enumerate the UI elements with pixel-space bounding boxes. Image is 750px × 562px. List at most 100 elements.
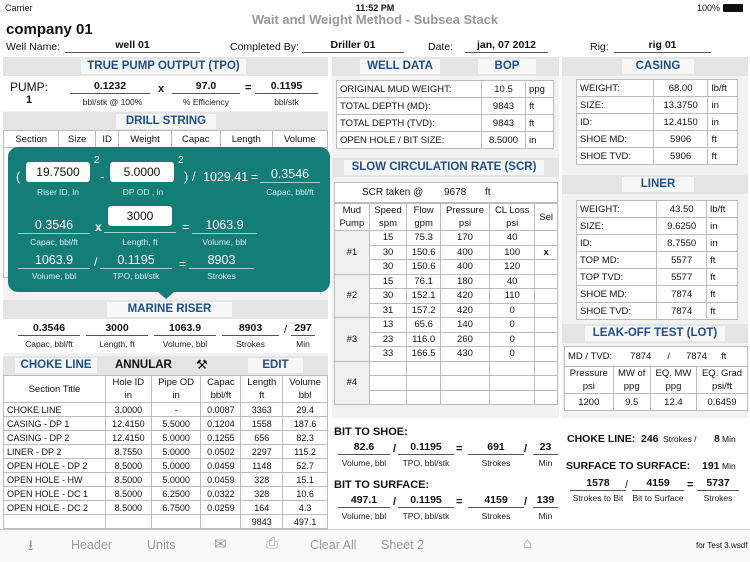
scr-row[interactable]: #1 15 75.3 170 40	[334, 230, 558, 275]
table-cell[interactable]: 43.50	[656, 200, 708, 218]
tools-icon[interactable]: ⚒	[196, 357, 208, 373]
select-cell[interactable]	[534, 288, 558, 304]
rig-field[interactable]: rig 01	[614, 39, 711, 53]
completed-by-field[interactable]: Driller 01	[302, 39, 404, 53]
select-cell[interactable]	[534, 375, 558, 391]
table-cell[interactable]: 12.4	[649, 393, 698, 411]
pump-output-field[interactable]: 0.1232	[70, 80, 150, 94]
table-cell[interactable]: 7874	[656, 285, 708, 303]
units-button[interactable]: Units	[147, 538, 175, 552]
table-cell[interactable]: 9.5	[612, 393, 651, 411]
table-row[interactable]: 9843 497.1	[3, 514, 328, 529]
table-cell[interactable]: 5577	[656, 251, 708, 269]
table-cell[interactable]: 8.7550	[656, 234, 708, 252]
edit-button[interactable]: EDIT	[248, 358, 303, 373]
date-field[interactable]: jan, 07 2012	[465, 39, 548, 53]
table-row[interactable]: OPEN HOLE - HW 8.5000 5.0000 0.0459 328 15.1	[3, 472, 328, 487]
strokes-to-bit-label: Strokes to Bit	[572, 493, 624, 503]
table-cell[interactable]: 9843	[480, 114, 527, 132]
table-cell[interactable]: 12.4150	[652, 113, 709, 131]
header-button[interactable]: Header	[71, 538, 112, 552]
home-icon[interactable]: ⌂	[523, 535, 532, 552]
well-data-row[interactable]: TOTAL DEPTH (TVD): 9843 ft	[336, 114, 554, 132]
table-cell: OPEN HOLE / BIT SIZE:	[336, 131, 482, 149]
table-cell[interactable]: 13.3750	[652, 96, 709, 114]
casing-row[interactable]: ID: 12.4150 in	[576, 113, 738, 131]
select-cell[interactable]	[534, 360, 558, 376]
operator: =	[456, 496, 463, 508]
table-row[interactable]: OPEN HOLE - DP 2 8.5000 5.0000 0.0459 1148 52…	[3, 458, 328, 473]
mail-icon[interactable]: ✉	[214, 535, 227, 553]
select-cell[interactable]	[534, 346, 558, 362]
liner-row[interactable]: TOP MD: 5577 ft	[575, 251, 738, 269]
select-cell[interactable]	[534, 259, 558, 275]
liner-row[interactable]: ID: 8.7550 in	[575, 234, 738, 252]
liner-row[interactable]: SIZE: 9.6250 in	[575, 217, 738, 235]
well-data-row[interactable]: ORIGINAL MUD WEIGHT: 10.5 ppg	[336, 80, 554, 98]
tab-choke-line[interactable]: CHOKE LINE	[15, 358, 97, 373]
select-cell[interactable]	[534, 230, 558, 246]
table-cell[interactable]: 5577	[656, 268, 708, 286]
table-cell[interactable]: 10.5	[480, 80, 527, 98]
table-row[interactable]: CASING - DP 2 12.4150 5.0000 0.1255 656 82.3	[3, 430, 328, 445]
table-cell: in	[707, 96, 738, 114]
select-cell[interactable]	[534, 302, 558, 318]
select-cell[interactable]	[534, 317, 558, 333]
casing-row[interactable]: SHOE TVD: 5906 ft	[576, 147, 738, 165]
select-cell[interactable]	[534, 273, 558, 289]
table-cell[interactable]: 7874	[656, 302, 708, 320]
scr-row[interactable]: #3 13 65.6 140 0	[334, 317, 558, 362]
tab-bop[interactable]: BOP	[478, 59, 536, 74]
table-row[interactable]: LINER - DP 2 8.7550 5.0000 0.0502 2297 115.2	[3, 444, 328, 459]
dp-od-input[interactable]: 5.0000	[110, 162, 174, 182]
casing-row[interactable]: SIZE: 13.3750 in	[576, 96, 738, 114]
tab-annular[interactable]: ANNULAR	[115, 359, 172, 371]
liner-row[interactable]: SHOE TVD: 7874 ft	[575, 302, 738, 320]
table-cell[interactable]: 0.6459	[696, 393, 748, 411]
table-cell: 5.5000	[150, 416, 202, 431]
riser-id-input[interactable]: 19.7500	[26, 162, 90, 182]
lot-tvd[interactable]: 7874	[686, 351, 707, 362]
table-row[interactable]: OPEN HOLE - DC 1 8.5000 6.2500 0.0322 328 10.…	[3, 486, 328, 501]
liner-row[interactable]: WEIGHT: 43.50 lb/ft	[575, 200, 738, 218]
efficiency-field[interactable]: 97.0	[172, 80, 240, 94]
lot-md[interactable]: 7874	[630, 351, 651, 362]
scr-taken-depth[interactable]: 9678	[444, 187, 466, 198]
casing-row[interactable]: WEIGHT: 68.00 lb/ft	[576, 79, 738, 97]
well-name-field[interactable]: well 01	[65, 39, 200, 53]
table-row[interactable]: CASING - DP 1 12.4150 5.5000 0.1204 1558 187.…	[3, 416, 328, 431]
scr-row[interactable]: #4	[334, 360, 558, 405]
table-cell[interactable]: 9843	[480, 97, 527, 115]
table-cell[interactable]: 5906	[652, 130, 709, 148]
tab-well-data[interactable]: WELL DATA	[360, 59, 440, 74]
table-cell[interactable]: 9.6250	[656, 217, 708, 235]
table-row[interactable]: CHOKE LINE 3.0000-0.0087 3363 29.4	[3, 402, 328, 417]
well-data-row[interactable]: TOTAL DEPTH (MD): 9843 ft	[336, 97, 554, 115]
select-cell[interactable]	[534, 331, 558, 347]
table-row[interactable]: OPEN HOLE - DC 2 8.5000 6.7500 0.0259 164 4.3	[3, 500, 328, 515]
sheet-2-button[interactable]: Sheet 2	[381, 538, 424, 552]
length-input[interactable]: 3000	[108, 206, 172, 226]
print-icon[interactable]: ⎙	[266, 535, 278, 552]
table-cell[interactable]: 8.5000	[480, 131, 527, 149]
table-cell: ft	[706, 302, 738, 320]
battery-icon	[723, 4, 743, 12]
casing-row[interactable]: SHOE MD: 5906 ft	[576, 130, 738, 148]
liner-row[interactable]: SHOE MD: 7874 ft	[575, 285, 738, 303]
multiply-sign: x	[158, 83, 165, 95]
square-exponent: 2	[94, 155, 100, 166]
company-name[interactable]: company 01	[6, 21, 93, 38]
liner-row[interactable]: TOP TVD: 5577 ft	[575, 268, 738, 286]
riser-length[interactable]: 3000	[86, 322, 148, 336]
table-cell[interactable]: 5906	[652, 147, 709, 165]
well-data-row[interactable]: OPEN HOLE / BIT SIZE: 8.5000 in	[336, 131, 554, 149]
scr-row[interactable]: #2 15 76.1 180 40	[334, 273, 558, 318]
table-cell[interactable]: 1200	[564, 393, 614, 411]
share-icon[interactable]: ⭳	[28, 535, 33, 560]
table-cell: 15.1	[282, 472, 328, 487]
table-cell[interactable]: 68.00	[652, 79, 709, 97]
select-cell[interactable]: x	[534, 244, 558, 260]
select-cell[interactable]	[534, 389, 558, 405]
pump-number[interactable]: 1	[26, 94, 32, 106]
clear-all-button[interactable]: Clear All	[310, 538, 357, 552]
